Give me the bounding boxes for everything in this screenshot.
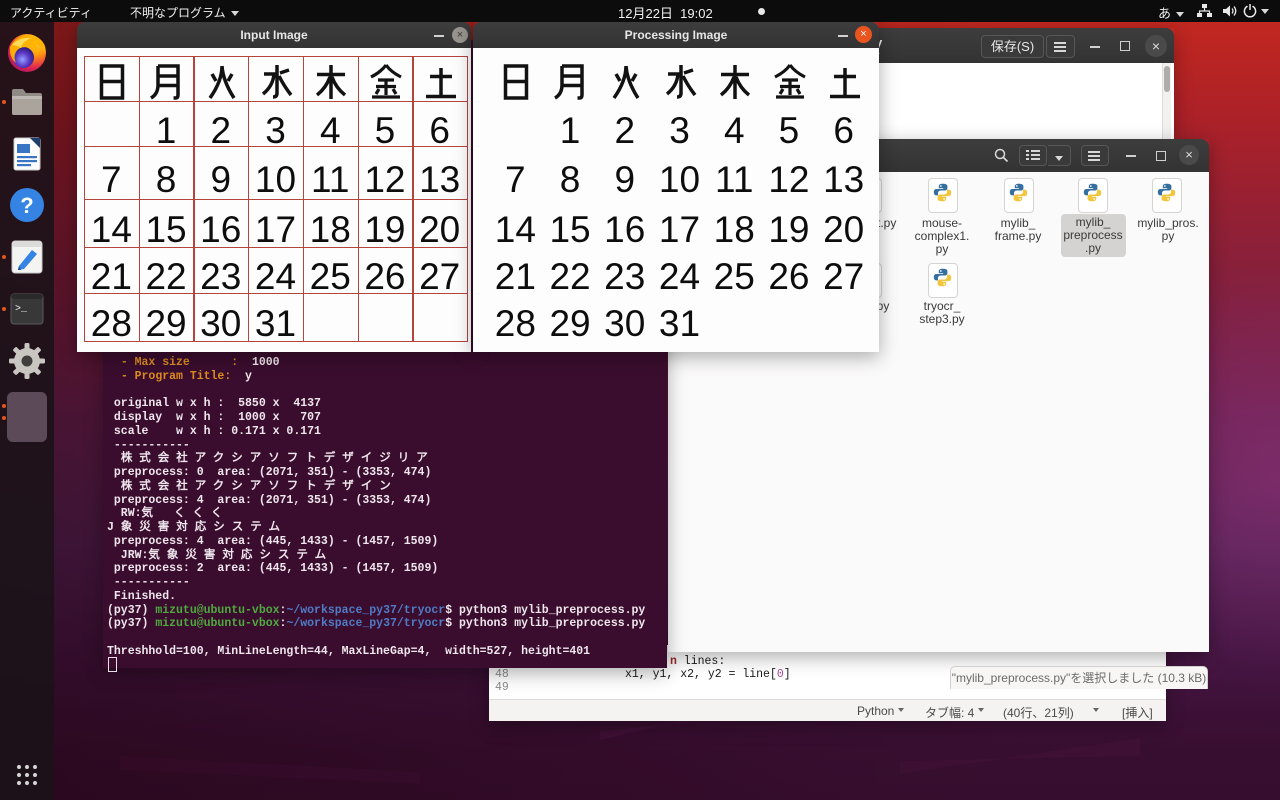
svg-text:?: ? [20,193,33,218]
svg-text:>_: >_ [15,304,28,315]
